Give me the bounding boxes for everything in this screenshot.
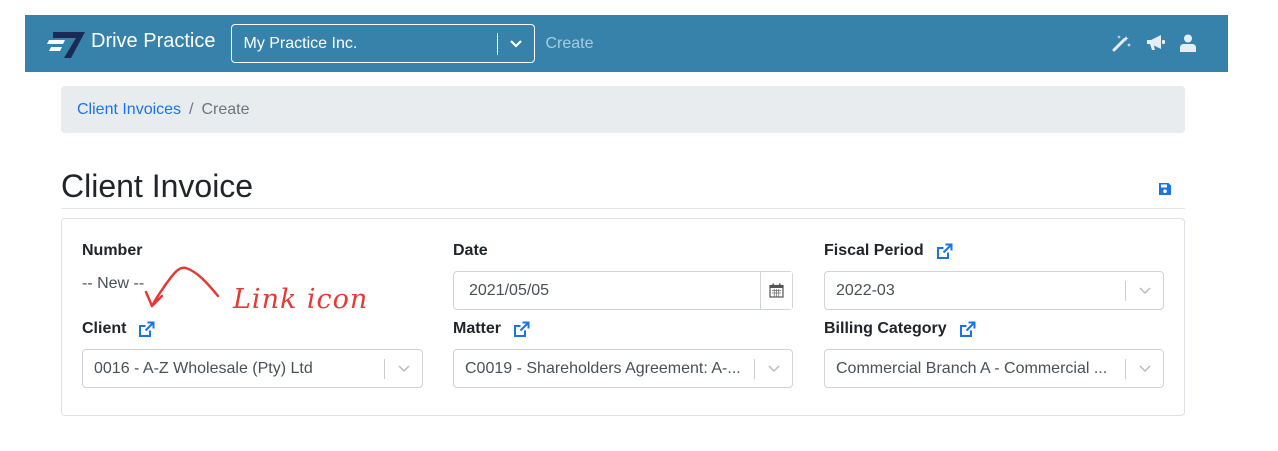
- client-label-text: Client: [82, 320, 127, 337]
- nav-actions: [1112, 34, 1196, 52]
- external-link-icon[interactable]: [513, 321, 530, 338]
- practice-select-value: My Practice Inc.: [243, 34, 358, 52]
- date-input-value: 2021/05/05: [469, 281, 550, 299]
- breadcrumb: Client Invoices / Create: [61, 86, 1185, 133]
- chevron-down-icon[interactable]: [498, 39, 534, 49]
- matter-select[interactable]: C0019 - Shareholders Agreement: A-...: [453, 349, 793, 388]
- magic-wand-icon[interactable]: [1112, 34, 1132, 52]
- breadcrumb-separator: /: [189, 100, 194, 118]
- fiscal-period-label-text: Fiscal Period: [824, 242, 924, 259]
- breadcrumb-current: Create: [201, 100, 250, 118]
- matter-label-text: Matter: [453, 320, 502, 337]
- matter-value: C0019 - Shareholders Agreement: A-...: [465, 359, 741, 377]
- brand-logo-icon: [47, 31, 85, 58]
- save-icon[interactable]: [1158, 182, 1172, 201]
- megaphone-icon[interactable]: [1146, 34, 1166, 52]
- external-link-icon[interactable]: [959, 321, 976, 338]
- practice-select[interactable]: My Practice Inc.: [231, 24, 536, 63]
- date-label: Date: [453, 242, 488, 260]
- external-link-icon[interactable]: [138, 321, 155, 338]
- billing-category-label-text: Billing Category: [824, 320, 947, 337]
- client-label: Client: [82, 320, 155, 338]
- date-label-text: Date: [453, 242, 488, 259]
- matter-label: Matter: [453, 320, 530, 338]
- fiscal-period-label: Fiscal Period: [824, 242, 953, 260]
- top-navbar: Drive Practice My Practice Inc. Create: [25, 15, 1228, 72]
- chevron-down-icon[interactable]: [755, 364, 792, 373]
- number-label: Number: [82, 242, 142, 260]
- brand-name: Drive Practice: [91, 30, 216, 52]
- date-input[interactable]: 2021/05/05: [453, 271, 793, 310]
- fiscal-period-select[interactable]: 2022-03: [824, 271, 1164, 310]
- user-icon[interactable]: [1180, 34, 1196, 52]
- number-label-text: Number: [82, 242, 143, 259]
- client-select[interactable]: 0016 - A-Z Wholesale (Pty) Ltd: [82, 349, 423, 388]
- annotation-text: Link icon: [233, 284, 369, 315]
- chevron-down-icon[interactable]: [1126, 286, 1163, 295]
- calendar-icon[interactable]: [760, 272, 792, 309]
- client-value: 0016 - A-Z Wholesale (Pty) Ltd: [94, 359, 313, 377]
- number-value: -- New --: [82, 275, 145, 292]
- billing-category-select[interactable]: Commercial Branch A - Commercial ...: [824, 349, 1164, 388]
- chevron-down-icon[interactable]: [385, 364, 422, 373]
- billing-category-value: Commercial Branch A - Commercial ...: [836, 359, 1108, 377]
- annotation-arrow-icon: [144, 266, 220, 308]
- page-title: Client Invoice: [61, 168, 254, 204]
- fiscal-period-value: 2022-03: [836, 281, 895, 299]
- title-divider: [61, 208, 1185, 209]
- brand[interactable]: Drive Practice: [47, 28, 215, 60]
- nav-create-link[interactable]: Create: [545, 35, 593, 53]
- breadcrumb-client-invoices-link[interactable]: Client Invoices: [77, 101, 181, 119]
- billing-category-label: Billing Category: [824, 320, 976, 338]
- chevron-down-icon[interactable]: [1126, 364, 1163, 373]
- external-link-icon[interactable]: [936, 243, 953, 260]
